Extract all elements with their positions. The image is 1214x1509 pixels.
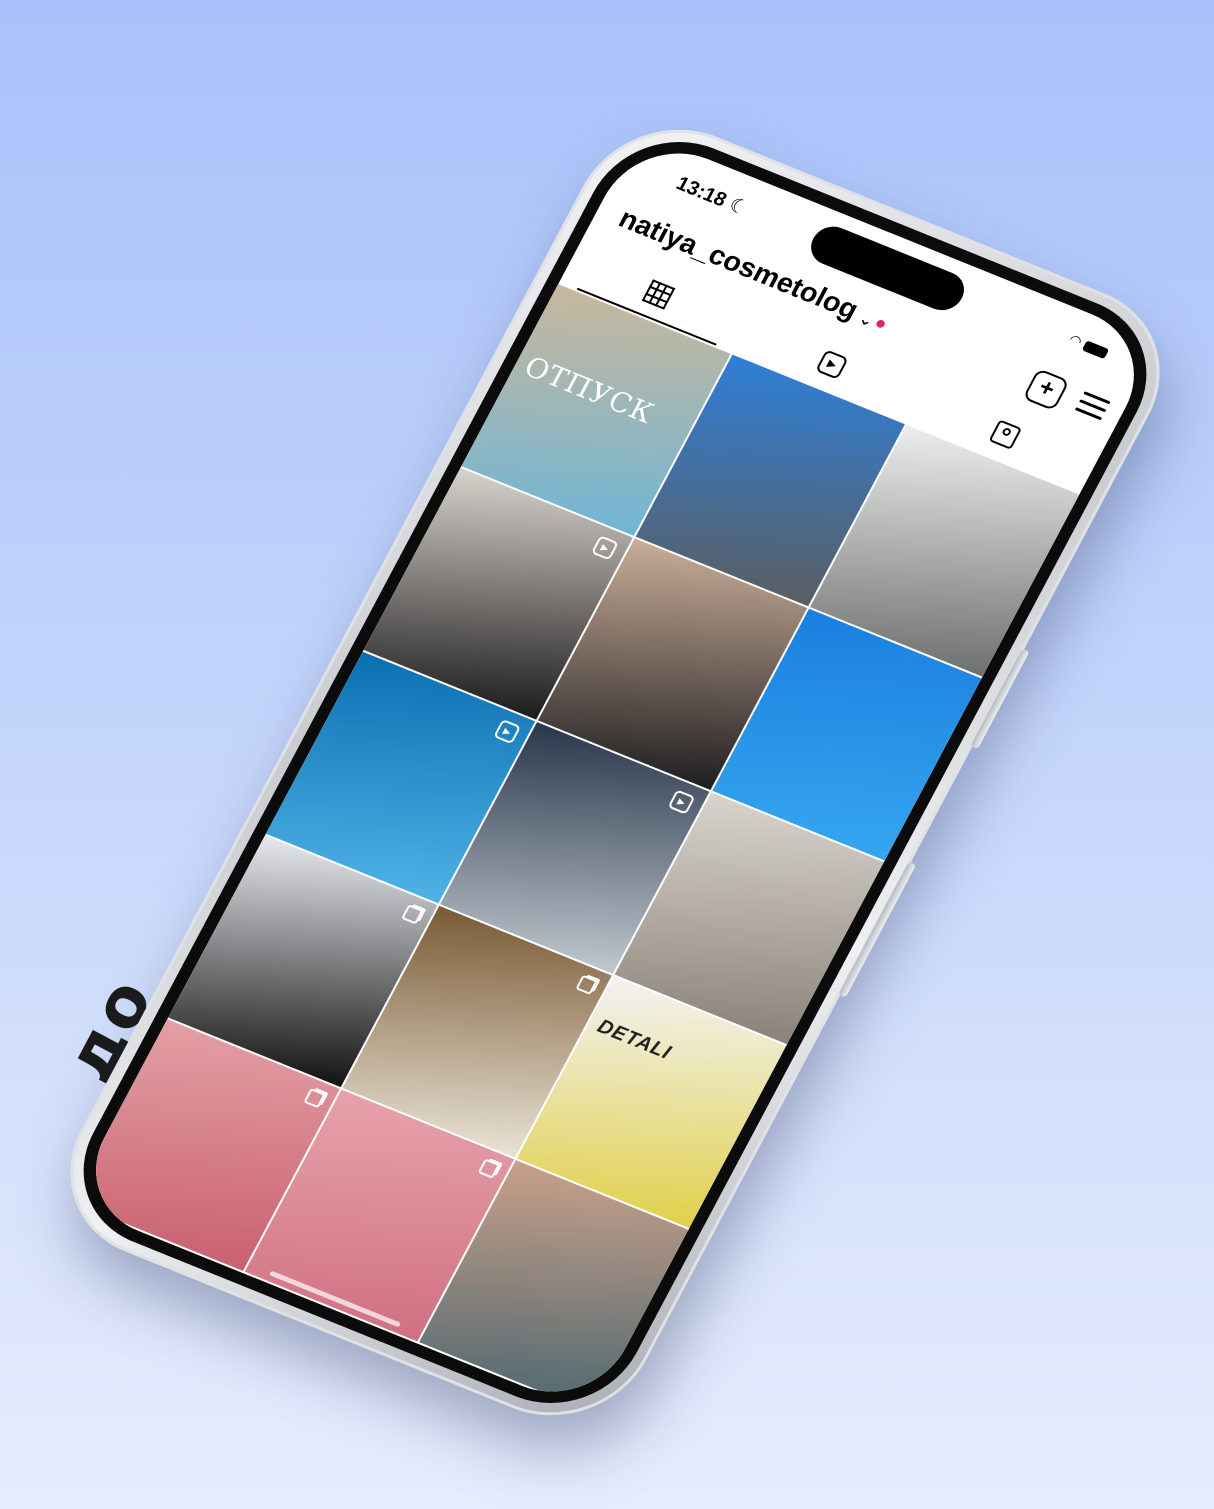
battery-icon [1081,340,1110,359]
status-time: 13:18 ☾ [672,172,752,221]
reel-badge-icon: ▶ [590,535,619,561]
plus-square-icon[interactable]: + [1022,368,1070,412]
post-caption: ОТПУСК [518,350,660,431]
chevron-down-icon: ⌄ [855,310,877,331]
grid-icon [641,279,675,310]
reel-badge-icon: ▶ [667,789,696,815]
status-icons: ◠ [1066,331,1111,361]
post-grid: ОТПУСК ▶ ▶ ▶ DETALI [69,284,1080,1414]
carousel-badge-icon [401,904,424,925]
phone-screen: 13:18 ☾ ◠ natiya_cosmetolog⌄ + ▶ ОТПУСК … [69,131,1161,1414]
tagged-person-icon [988,419,1023,450]
phone-mockup: 13:18 ☾ ◠ natiya_cosmetolog⌄ + ▶ ОТПУСК … [35,101,1195,1444]
reel-badge-icon: ▶ [493,719,522,745]
moon-icon: ☾ [724,193,752,221]
post-caption: DETALI [593,1015,676,1064]
reels-icon: ▶ [815,349,849,380]
hamburger-icon[interactable] [1072,391,1111,425]
notification-dot [875,318,887,329]
carousel-badge-icon [575,974,598,995]
carousel-badge-icon [303,1088,326,1109]
carousel-badge-icon [477,1158,501,1179]
